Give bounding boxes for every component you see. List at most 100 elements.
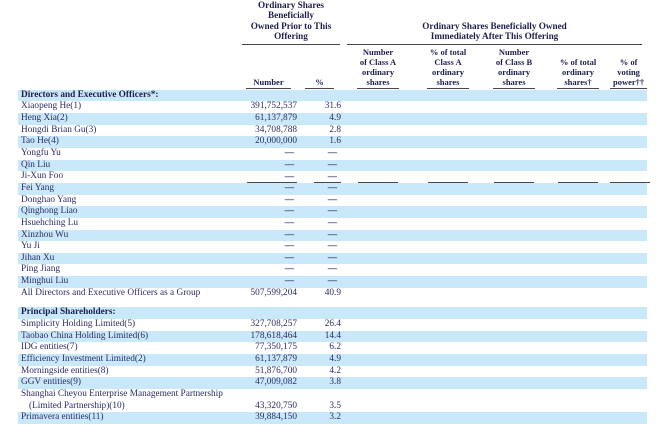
cell-total-percent [546,354,610,366]
cell-total-percent [546,101,610,113]
cell-voting-power [610,90,647,102]
column-header-row: Number % Number of Class A ordinary shar… [18,45,647,90]
cell-voting-power [610,171,647,183]
cell-classB-number [482,342,546,354]
cell-classA-percent [414,125,482,137]
cell-classA-percent [414,113,482,125]
group-header-after-label: Ordinary Shares Beneficially Owned Immed… [347,21,643,45]
cell-percent: — [297,148,342,160]
em-dash: — [328,195,336,205]
cell-name: Shanghai Cheyou Enterprise Management Pa… [18,389,240,401]
em-dash: — [328,264,336,274]
cell-classA-percent [414,342,482,354]
cell-classA-percent [414,319,482,331]
cell-classA-number [342,342,414,354]
ruled-empty [358,172,398,183]
cell-classA-number [342,183,414,195]
em-dash: — [328,241,336,251]
cell-classA-percent [414,160,482,172]
table-row: Efficiency Investment Limited(2)61,137,8… [18,354,647,366]
column-header-total-percent: % of total ordinary shares† [546,45,610,90]
cell-percent: 14.4 [297,331,342,343]
cell-total-percent [546,342,610,354]
cell-total-percent [546,183,610,195]
cell-classB-number [482,90,546,102]
cell-number [240,307,297,319]
cell-percent: — [297,276,342,288]
cell-voting-power [610,218,647,230]
cell-classA-number [342,125,414,137]
ruled-empty [610,172,650,183]
cell-classA-percent [414,253,482,265]
cell-classA-number [342,288,414,300]
cell-classA-number [342,412,414,424]
cell-classA-percent [414,101,482,113]
em-dash: — [328,206,336,216]
cell-total-percent [546,253,610,265]
table-row: Hsuehching Lu—— [18,218,647,230]
cell-classB-number [482,331,546,343]
table-row: Directors and Executive Officers*: [18,90,647,102]
table-row: Yongfu Yu—— [18,148,647,160]
cell-number: 178,618,464 [240,331,297,343]
cell-voting-power [610,264,647,276]
cell-total-percent [546,307,610,319]
cell-number: — [240,148,297,160]
cell-number: 327,708,257 [240,319,297,331]
cell-classA-number [342,331,414,343]
cell-name: Morningside entities(8) [18,366,240,378]
cell-number: — [240,264,297,276]
cell-name: Fei Yang [18,183,240,195]
cell-classA-number [342,389,414,401]
cell-number: — [240,276,297,288]
cell-classA-number [342,148,414,160]
cell-classA-number [342,366,414,378]
cell-name: Ji-Xun Foo [18,171,240,183]
cell-name: Donghao Yang [18,195,240,207]
column-header-voting-power: % of voting power†† [610,45,647,90]
group-header-prior-label: Ordinary Shares Beneficially Owned Prior… [242,0,341,45]
cell-number: — [240,183,297,195]
cell-voting-power [610,319,647,331]
cell-number: — [240,206,297,218]
table-row: Taobao China Holding Limited(6)178,618,4… [18,331,647,343]
table-row: Xiaopeng He(1)391,752,53731.6 [18,101,647,113]
em-dash: — [328,160,336,170]
cell-voting-power [610,401,647,413]
cell-percent: 31.6 [297,101,342,113]
spacer-cell [18,299,647,307]
cell-voting-power [610,288,647,300]
cell-voting-power [610,377,647,389]
column-header-classA-percent: % of total Class A ordinary shares [414,45,482,90]
cell-number: 61,137,879 [240,113,297,125]
cell-name: (Limited Partnership)(10) [18,401,240,413]
cell-number: 20,000,000 [240,136,297,148]
cell-classA-percent [414,276,482,288]
cell-classA-number [342,230,414,242]
cell-classB-number [482,230,546,242]
ruled-value: — [247,172,297,183]
cell-total-percent [546,366,610,378]
cell-number: — [240,241,297,253]
cell-classB-number [482,206,546,218]
cell-total-percent [546,125,610,137]
cell-name: Directors and Executive Officers*: [18,90,240,102]
table-row: Ji-Xun Foo—— [18,171,647,183]
cell-name: Ping Jiang [18,264,240,276]
column-header-percent: % [297,45,342,90]
em-dash: — [285,148,293,158]
cell-percent [297,389,342,401]
cell-percent: — [297,160,342,172]
cell-classA-percent [414,354,482,366]
group-header-row: Ordinary Shares Beneficially Owned Prior… [18,0,647,45]
cell-number: 507,599,204 [240,288,297,300]
cell-classA-percent [414,401,482,413]
cell-classA-number [342,377,414,389]
em-dash: — [285,264,293,274]
cell-classA-percent [414,331,482,343]
em-dash: — [328,183,336,193]
cell-name: Heng Xia(2) [18,113,240,125]
ruled-empty [428,172,468,183]
table-row: Fei Yang—— [18,183,647,195]
table-header: Ordinary Shares Beneficially Owned Prior… [18,0,647,90]
